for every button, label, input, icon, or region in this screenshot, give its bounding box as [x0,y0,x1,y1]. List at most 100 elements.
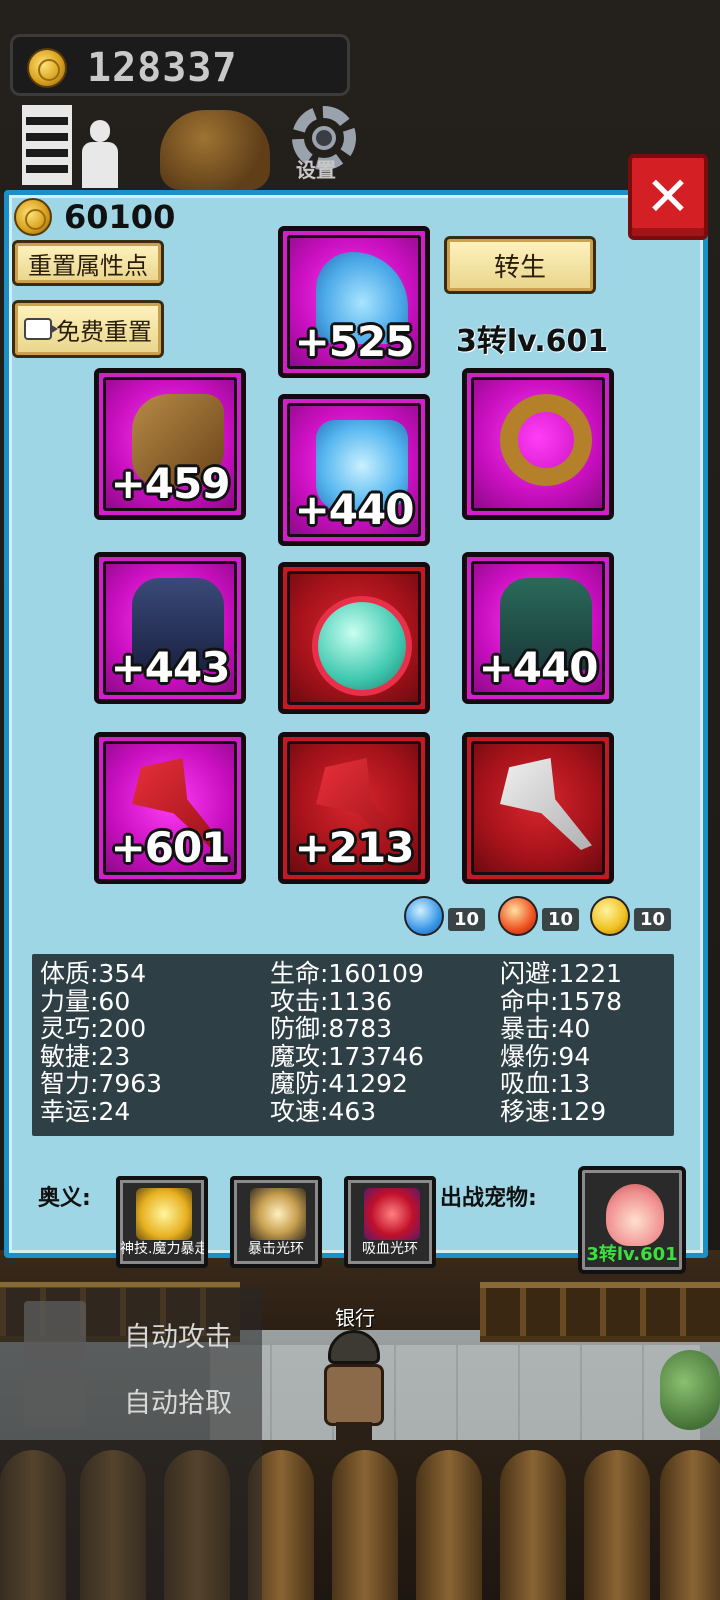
character-icon[interactable] [80,120,120,188]
pillar [416,1450,482,1600]
stat-line: 防御:8783 [270,1014,393,1043]
stat-line: 移速:129 [500,1096,607,1126]
stat-line: 魔攻:173746 [270,1041,424,1071]
reset-attribute-points-label: 重置属性点 [28,251,148,280]
orb-icon [312,596,412,696]
stat-line: 生命:160109 [270,959,424,988]
equip-slot-legs[interactable]: +440 [462,552,614,704]
stat-line: 暴击:40 [500,1014,591,1043]
gear-center [312,126,336,150]
stat-line: 体质:354 [40,959,147,988]
bank-npc[interactable] [318,1330,390,1440]
balcony-right [480,1282,720,1342]
equip-slot-amulet[interactable] [278,562,430,714]
ring-icon [500,394,592,486]
stat-line: 灵巧:200 [40,1014,147,1043]
stats-column-base: 体质:354 力量:60 灵巧:200 敏捷:23 智力:7963 幸运:24 [40,960,162,1125]
slot-bg: +459 [103,377,237,511]
npc-body [324,1364,384,1426]
crit-aura-icon [250,1188,306,1240]
equip-slot-glove[interactable]: +459 [94,368,246,520]
skill-slot-2[interactable]: 暴击光环 [230,1176,322,1268]
auto-options-panel: 自动攻击 自动拾取 [0,1287,262,1600]
free-reset-label: 免费重置 [56,317,152,346]
auto-pickup-checkbox[interactable] [24,1367,86,1427]
skill-slot-3[interactable]: 吸血光环 [344,1176,436,1268]
gold-amount: 128337 [87,45,238,91]
equip-bonus: +459 [110,459,231,508]
stat-line: 吸血:13 [500,1069,591,1098]
stat-line: 智力:7963 [40,1069,163,1098]
slot-bg: +443 [103,561,237,695]
video-icon [24,318,58,340]
auto-attack-checkbox[interactable] [24,1301,86,1361]
stats-column-secondary: 闪避:1221 命中:1578 暴击:40 爆伤:94 吸血:13 移速:129 [500,960,622,1125]
npc-hat [328,1330,380,1364]
gold-coin-icon [14,198,52,236]
pet-label: 出战宠物: [440,1186,537,1211]
equip-bonus: +601 [110,823,231,872]
npc-name-label: 银行 [335,1306,375,1330]
skill-name: 神技.魔力暴走 [120,1241,204,1257]
stat-line: 攻击:1136 [270,986,393,1016]
auto-attack-toggle[interactable]: 自动攻击 [24,1301,264,1361]
silver-axe-icon [500,758,592,850]
floor-tiles [210,1345,700,1440]
fire-gem-count: 10 [542,908,580,931]
bush [660,1350,720,1430]
equip-slot-weapon[interactable]: +601 [94,732,246,884]
fire-icon [498,896,538,936]
equip-bonus: +213 [294,823,415,872]
pillar [332,1450,398,1600]
slot-bg: +213 [287,741,421,875]
lightning-icon [590,896,630,936]
stat-line: 闪避:1221 [500,959,623,988]
auto-pickup-toggle[interactable]: 自动拾取 [24,1367,264,1427]
skills-label: 奥义: [38,1186,91,1211]
skill-name: 吸血光环 [362,1241,418,1257]
rebirth-button[interactable]: 转生 [444,236,596,294]
gold-counter: 128337 [10,34,350,96]
npc-legs [336,1422,372,1440]
skill-name: 暴击光环 [248,1241,304,1257]
equip-bonus: +443 [110,643,231,692]
equip-bonus: +440 [478,643,599,692]
pet-level: 3转lv.601 [586,1244,678,1265]
stat-line: 攻速:463 [270,1096,377,1126]
equip-slot-axe[interactable] [462,732,614,884]
quest-log-icon[interactable] [22,105,72,185]
gold-coin-icon [27,48,67,88]
pet-avatar [606,1184,664,1246]
bag-icon[interactable] [160,110,270,190]
skill-slot-1[interactable]: 神技.魔力暴走 [116,1176,208,1268]
equip-slot-offhand[interactable]: +213 [278,732,430,884]
equip-slot-armor[interactable]: +440 [278,394,430,546]
slot-bg: +440 [471,561,605,695]
pillar [584,1450,650,1600]
active-pet-slot[interactable]: 3转lv.601 [578,1166,686,1274]
magic-burst-icon [136,1188,192,1240]
stats-table: 体质:354 力量:60 灵巧:200 敏捷:23 智力:7963 幸运:24 … [32,954,674,1136]
slot-bg: +525 [287,235,421,369]
panel-gold-amount: 60100 [64,198,176,236]
pillar [660,1450,720,1600]
lifesteal-aura-icon [364,1188,420,1240]
stat-line: 敏捷:23 [40,1041,131,1071]
stat-line: 命中:1578 [500,986,623,1016]
reset-attribute-points-button[interactable]: 重置属性点 [12,240,164,286]
pillar [500,1450,566,1600]
slot-bg [287,571,421,705]
slot-bg [471,741,605,875]
slot-bg: +440 [287,403,421,537]
slot-bg [471,377,605,511]
settings-label[interactable]: 设置 [296,154,336,183]
water-drop-icon [404,896,444,936]
equip-slot-boots[interactable]: +443 [94,552,246,704]
equip-bonus: +525 [294,317,415,366]
equip-slot-hat[interactable]: +525 [278,226,430,378]
equip-slot-ring[interactable] [462,368,614,520]
stat-line: 爆伤:94 [500,1041,591,1071]
water-gem-count: 10 [448,908,486,931]
close-button[interactable]: ✕ [628,154,708,240]
free-reset-button[interactable]: 免费重置 [12,300,164,358]
